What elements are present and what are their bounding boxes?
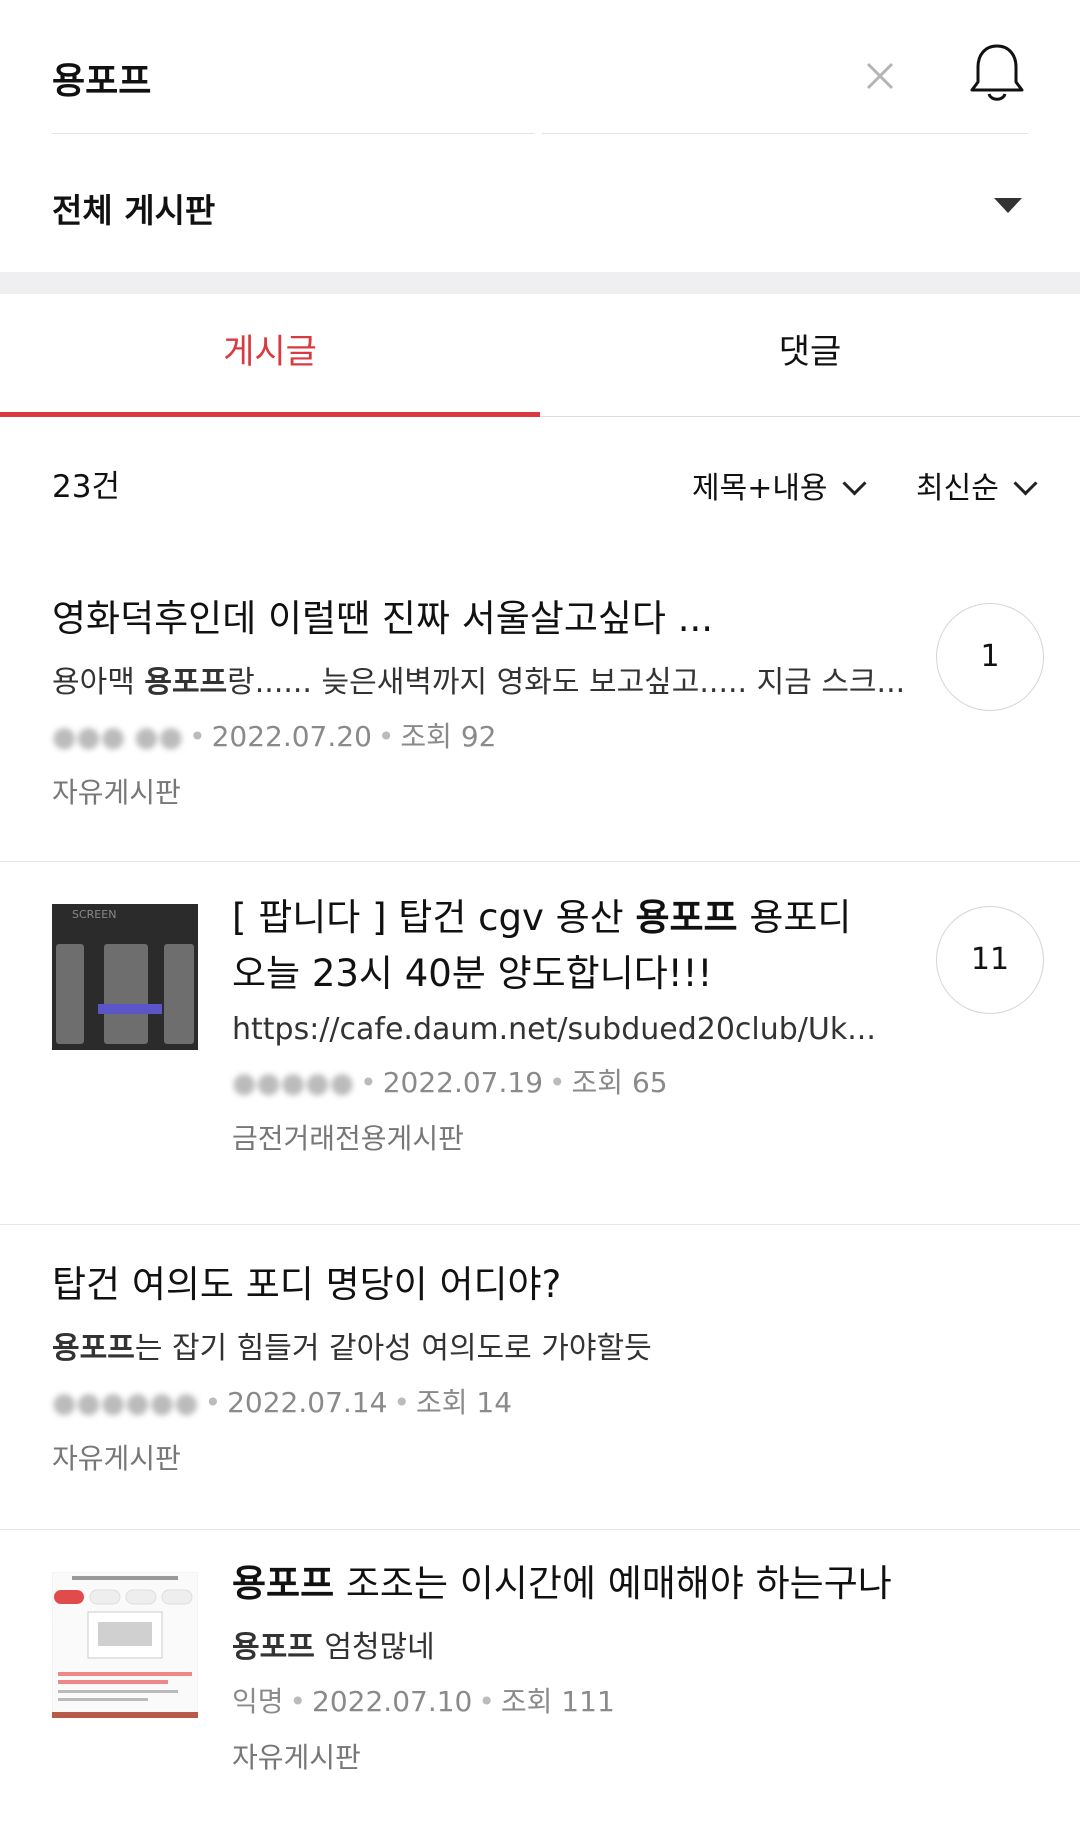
search-header: 용포프 전체 게시판	[0, 0, 1080, 272]
comment-count-badge[interactable]: 1	[936, 603, 1044, 711]
sort-dropdown[interactable]: 최신순	[916, 463, 1038, 507]
post-date: 2022.07.19	[382, 1066, 544, 1099]
search-underline	[52, 133, 534, 134]
tab-posts[interactable]: 게시글	[0, 294, 540, 416]
tab-comments[interactable]: 댓글	[540, 294, 1080, 416]
list-item[interactable]: 영화덕후인데 이럴땐 진짜 서울살고싶다 ... 용아맥 용포프랑...... …	[0, 559, 1080, 862]
post-views: 조회 14	[415, 1386, 513, 1419]
post-board-name: 자유게시판	[52, 1442, 181, 1475]
post-snippet: 용포프는 잡기 힘들거 같아성 여의도로 가야할듯	[52, 1331, 652, 1366]
list-item[interactable]: SCREEN [ 팝니다 ] 탑건 cgv 용산 용포프 용포디 오늘 23시 …	[0, 862, 1080, 1225]
post-board-name: 금전거래전용게시판	[232, 1122, 464, 1155]
list-item[interactable]: 탑건 여의도 포디 명당이 어디야? 용포프는 잡기 힘들거 같아성 여의도로 …	[0, 1225, 1080, 1530]
post-title: [ 팝니다 ] 탑건 cgv 용산 용포프 용포디 오늘 23시 40분 양도합…	[232, 896, 852, 995]
comment-count-badge[interactable]: 11	[936, 906, 1044, 1014]
post-snippet: 용포프 엄청많네	[232, 1630, 435, 1665]
tab-bar: 게시글 댓글	[0, 294, 1080, 417]
list-item[interactable]: 용포프 조조는 이시간에 예매해야 하는구나 용포프 엄청많네 익명 • 2022.…	[0, 1530, 1080, 1830]
result-count: 23건	[52, 469, 120, 505]
search-input[interactable]: 용포프	[52, 52, 151, 104]
results-toolbar: 23건 제목+내용 최신순	[0, 417, 1080, 559]
search-bar: 용포프	[52, 40, 1028, 136]
post-date: 2022.07.10	[312, 1685, 473, 1718]
bell-icon[interactable]	[966, 40, 1028, 106]
search-scope-dropdown[interactable]: 제목+내용	[692, 463, 867, 507]
post-meta: ●●●●● • 2022.07.19 • 조회 65	[232, 1066, 668, 1099]
post-thumbnail: SCREEN	[52, 904, 198, 1050]
caret-down-icon	[994, 198, 1022, 213]
post-board-name: 자유게시판	[52, 776, 181, 809]
post-date: 2022.07.20	[211, 720, 372, 753]
post-thumbnail	[51, 1571, 199, 1719]
chevron-down-icon	[1013, 471, 1038, 496]
search-underline	[542, 133, 1028, 134]
post-date: 2022.07.14	[227, 1386, 388, 1419]
board-selector[interactable]: 전체 게시판	[52, 170, 1028, 240]
author-name: 익명	[232, 1685, 284, 1718]
author-name: ●●●●●●	[52, 1386, 199, 1419]
section-divider	[0, 272, 1080, 294]
search-scope-label: 제목+내용	[692, 471, 828, 506]
post-snippet: 용아맥 용포프랑...... 늦은새벽까지 영화도 보고싶고..... 지금 스…	[52, 665, 902, 700]
post-meta: ●●● ●● • 2022.07.20 • 조회 92	[52, 720, 497, 753]
post-views: 조회 92	[400, 720, 497, 753]
thumbnail-caption: SCREEN	[72, 908, 116, 921]
post-title: 용포프 조조는 이시간에 예매해야 하는구나	[232, 1562, 892, 1605]
close-icon[interactable]	[860, 56, 900, 96]
post-views: 조회 65	[571, 1066, 668, 1099]
sort-label: 최신순	[916, 471, 999, 506]
author-name: ●●● ●●	[52, 720, 184, 753]
board-selector-label: 전체 게시판	[52, 191, 216, 230]
post-views: 조회 111	[500, 1685, 615, 1718]
post-snippet: https://cafe.daum.net/subdued20club/Uk..…	[232, 1012, 876, 1047]
post-meta: ●●●●●● • 2022.07.14 • 조회 14	[52, 1386, 513, 1419]
post-board-name: 자유게시판	[232, 1741, 361, 1774]
chevron-down-icon	[842, 471, 867, 496]
post-meta: 익명 • 2022.07.10 • 조회 111	[232, 1685, 615, 1718]
post-title: 탑건 여의도 포디 명당이 어디야?	[52, 1263, 562, 1306]
author-name: ●●●●●	[232, 1066, 355, 1099]
post-title: 영화덕후인데 이럴땐 진짜 서울살고싶다 ...	[52, 597, 714, 640]
